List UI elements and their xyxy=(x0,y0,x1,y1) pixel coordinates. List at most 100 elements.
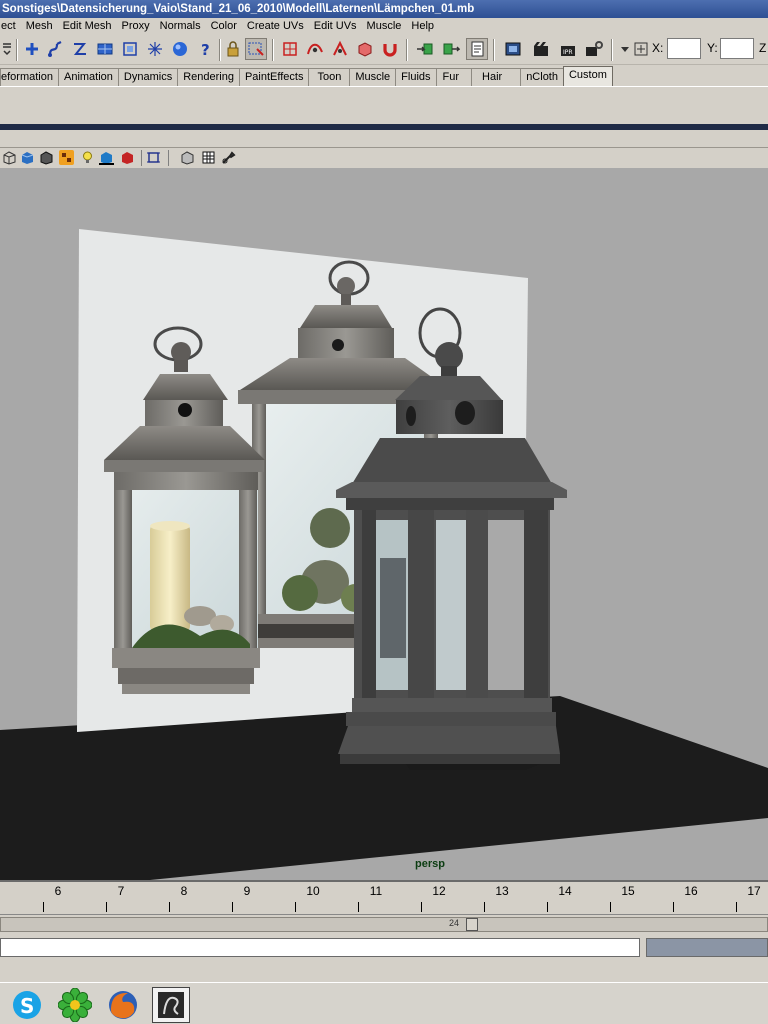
menu-mesh[interactable]: Mesh xyxy=(22,18,59,35)
lights-icon[interactable] xyxy=(80,150,95,165)
render-current-icon[interactable] xyxy=(530,38,552,60)
menu-create-uvs[interactable]: Create UVs xyxy=(243,18,310,35)
frame-tick-label: 7 xyxy=(117,884,125,898)
command-line xyxy=(0,934,768,962)
snap-view-icon[interactable] xyxy=(354,38,376,60)
render-view-icon[interactable] xyxy=(502,38,524,60)
transform-absolute-icon[interactable] xyxy=(632,38,650,60)
tab-hair[interactable]: Hair xyxy=(471,68,522,86)
frame-tick-label: 15 xyxy=(621,884,635,898)
frame-tick-label: 6 xyxy=(54,884,62,898)
isolate-select-icon[interactable] xyxy=(146,150,161,165)
panel-menu-area xyxy=(0,130,768,148)
menu-color[interactable]: Color xyxy=(207,18,243,35)
menu-normals[interactable]: Normals xyxy=(156,18,207,35)
create-plane-icon[interactable] xyxy=(94,38,116,60)
y-label: Y: xyxy=(707,41,718,55)
wireframe-shading-icon[interactable] xyxy=(2,150,17,165)
collapse-icon[interactable] xyxy=(0,38,14,60)
range-slider[interactable]: 24 xyxy=(0,914,768,934)
tab-dynamics[interactable]: Dynamics xyxy=(117,68,179,86)
window-title: Sonstiges\Datensicherung_Vaio\Stand_21_0… xyxy=(0,0,768,18)
frame-tick-label: 10 xyxy=(306,884,320,898)
tab-fluids[interactable]: Fluids xyxy=(395,68,437,86)
input-mode-dropdown-icon[interactable] xyxy=(619,38,631,60)
shelf-content xyxy=(0,86,768,124)
command-input[interactable] xyxy=(0,938,640,957)
tab-fur[interactable]: Fur xyxy=(435,68,473,86)
input-connections-icon[interactable] xyxy=(414,38,436,60)
lock-icon[interactable] xyxy=(222,38,244,60)
magnet-icon[interactable] xyxy=(379,38,401,60)
command-result-field xyxy=(646,938,768,957)
frame-tick-label: 12 xyxy=(432,884,446,898)
icq-flower-icon[interactable] xyxy=(56,987,94,1023)
taskbar: S xyxy=(0,982,768,1024)
render-settings-icon[interactable] xyxy=(583,38,605,60)
sparkle-icon[interactable] xyxy=(144,38,166,60)
frame-tick-label: 13 xyxy=(495,884,509,898)
skype-icon[interactable]: S xyxy=(8,987,46,1023)
tab-toon[interactable]: Toon xyxy=(308,68,351,86)
high-quality-icon[interactable] xyxy=(120,150,135,165)
textured-icon[interactable] xyxy=(59,150,74,165)
menu-edit-uvs[interactable]: Edit UVs xyxy=(310,18,363,35)
menu-bar: ect Mesh Edit Mesh Proxy Normals Color C… xyxy=(0,18,768,35)
camera-label: persp xyxy=(415,858,445,870)
x-field[interactable] xyxy=(667,38,701,59)
cube-wire-icon[interactable] xyxy=(119,38,141,60)
camera-attributes-icon[interactable] xyxy=(221,150,236,165)
construction-history-icon[interactable] xyxy=(466,38,488,60)
snap-point-icon[interactable] xyxy=(329,38,351,60)
frame-tick-label: 17 xyxy=(747,884,761,898)
range-handle[interactable] xyxy=(466,918,478,931)
snap-curve-icon[interactable] xyxy=(304,38,326,60)
x-label: X: xyxy=(652,41,664,55)
smooth-shading-icon[interactable] xyxy=(20,150,35,165)
firefox-icon[interactable] xyxy=(104,987,142,1023)
menu-muscle[interactable]: Muscle xyxy=(363,18,408,35)
tab-custom[interactable]: Custom xyxy=(562,66,613,86)
maya-icon[interactable] xyxy=(152,987,190,1023)
svg-text:IPR: IPR xyxy=(563,49,573,56)
z-label: Z xyxy=(759,41,767,55)
frame-tick-label: 14 xyxy=(558,884,572,898)
menu-edit-mesh[interactable]: Edit Mesh xyxy=(59,18,118,35)
tab-animation[interactable]: Animation xyxy=(57,68,119,86)
tab-deformation[interactable]: eformation xyxy=(0,68,59,86)
viewport-scene xyxy=(0,229,768,880)
menu-select[interactable]: ect xyxy=(0,18,22,35)
help-icon[interactable]: ? xyxy=(194,38,216,60)
y-field[interactable] xyxy=(720,38,754,59)
range-end-frame: 24 xyxy=(449,918,460,928)
xray-icon[interactable] xyxy=(180,150,195,165)
create-spline-icon[interactable] xyxy=(69,38,91,60)
range-track[interactable] xyxy=(0,917,768,932)
wireframe-on-shaded-icon[interactable] xyxy=(39,150,54,165)
sphere-icon[interactable] xyxy=(169,38,191,60)
maya-window: Sonstiges\Datensicherung_Vaio\Stand_21_0… xyxy=(0,0,768,1024)
tab-ncloth[interactable]: nCloth xyxy=(520,68,564,86)
menu-help[interactable]: Help xyxy=(407,18,440,35)
time-slider[interactable]: 6 7 8 9 10 11 12 13 14 15 16 17 xyxy=(0,880,768,914)
frame-tick-label: 11 xyxy=(369,884,383,898)
select-region-icon[interactable] xyxy=(245,38,267,60)
frame-tick-label: 9 xyxy=(243,884,251,898)
ipr-render-icon[interactable]: IPR xyxy=(557,38,579,60)
create-curve-icon[interactable] xyxy=(45,38,67,60)
grid-toggle-icon[interactable] xyxy=(201,150,216,165)
svg-text:?: ? xyxy=(201,41,210,58)
output-connections-icon[interactable] xyxy=(440,38,462,60)
tab-painteffects[interactable]: PaintEffects xyxy=(238,68,310,86)
create-point-icon[interactable] xyxy=(21,38,43,60)
perspective-viewport[interactable]: persp xyxy=(0,168,768,880)
shadows-icon[interactable] xyxy=(99,150,114,165)
tab-rendering[interactable]: Rendering xyxy=(177,68,240,86)
menu-proxy[interactable]: Proxy xyxy=(118,18,156,35)
snap-grid-icon[interactable] xyxy=(279,38,301,60)
tab-muscle[interactable]: Muscle xyxy=(349,68,397,86)
frame-tick-label: 8 xyxy=(180,884,188,898)
shelf-tab-bar: eformation Animation Dynamics Rendering … xyxy=(0,66,768,86)
frame-tick-label: 16 xyxy=(684,884,698,898)
panel-toolbar xyxy=(0,148,768,168)
